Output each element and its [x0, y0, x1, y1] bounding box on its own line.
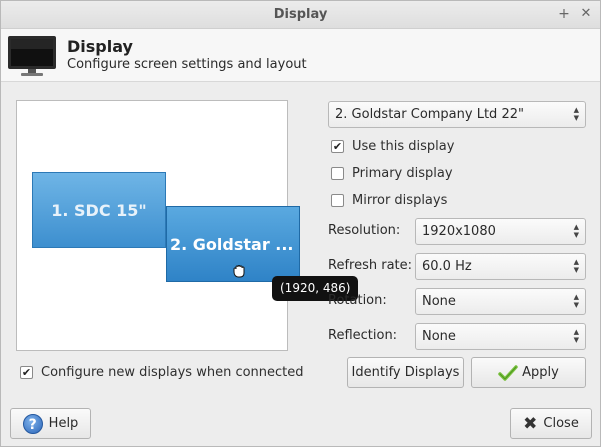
primary-display-checkbox[interactable] [331, 166, 344, 180]
mirror-displays-checkbox[interactable] [331, 193, 344, 207]
use-display-row[interactable]: ✔ Use this display [331, 137, 454, 155]
window-title: Display [273, 7, 328, 22]
apply-label: Apply [522, 365, 559, 380]
refresh-rate-label: Refresh rate: [328, 258, 413, 273]
rotation-label: Rotation: [328, 293, 387, 308]
close-label: Close [543, 416, 579, 431]
identify-displays-button[interactable]: Identify Displays [347, 357, 464, 388]
primary-display-row[interactable]: Primary display [331, 164, 453, 182]
identify-displays-label: Identify Displays [351, 365, 460, 380]
resolution-label: Resolution: [328, 223, 401, 238]
refresh-rate-select[interactable]: 60.0 Hz ▲ ▼ [415, 253, 586, 280]
help-button[interactable]: ? Help [10, 408, 91, 439]
combo-arrows-icon: ▲ ▼ [573, 328, 579, 344]
reflection-value: None [422, 329, 456, 344]
title-bar[interactable]: Display + ✕ [1, 1, 600, 29]
header-title: Display [67, 37, 133, 56]
combo-arrows-icon: ▲ ▼ [573, 258, 579, 274]
combo-arrows-icon: ▲ ▼ [573, 223, 579, 239]
help-label: Help [48, 416, 79, 431]
pin-button[interactable]: + [555, 5, 573, 23]
checkmark-icon [498, 364, 518, 381]
monitor-icon [8, 36, 56, 76]
resolution-value: 1920x1080 [422, 224, 496, 239]
display-layout-preview[interactable]: 1. SDC 15" 2. Goldstar ... [16, 100, 300, 351]
display-window: Display + ✕ Display Configure screen set… [0, 0, 601, 447]
dialog-header: Display Configure screen settings and la… [1, 29, 600, 82]
apply-button[interactable]: Apply [471, 357, 586, 388]
reflection-select[interactable]: None ▲ ▼ [415, 323, 586, 350]
grab-hand-icon [231, 263, 247, 283]
resolution-select[interactable]: 1920x1080 ▲ ▼ [415, 218, 586, 245]
display-select[interactable]: 2. Goldstar Company Ltd 22" ▲ ▼ [328, 101, 586, 128]
use-display-checkbox[interactable]: ✔ [331, 139, 344, 153]
header-subtitle: Configure screen settings and layout [67, 57, 307, 72]
combo-arrows-icon: ▲ ▼ [573, 106, 579, 122]
mirror-displays-row[interactable]: Mirror displays [331, 191, 447, 209]
primary-display-label: Primary display [352, 165, 453, 181]
rotation-value: None [422, 294, 456, 309]
configure-new-checkbox[interactable]: ✔ [20, 365, 33, 379]
configure-new-row[interactable]: ✔ Configure new displays when connected [20, 363, 304, 381]
monitor-sdc-15[interactable]: 1. SDC 15" [32, 172, 166, 248]
reflection-label: Reflection: [328, 328, 398, 343]
refresh-rate-value: 60.0 Hz [422, 259, 472, 274]
configure-new-label: Configure new displays when connected [41, 364, 304, 380]
close-button[interactable]: ✖ Close [510, 408, 592, 439]
help-icon: ? [22, 413, 43, 434]
mirror-displays-label: Mirror displays [352, 192, 448, 208]
rotation-select[interactable]: None ▲ ▼ [415, 288, 586, 315]
combo-arrows-icon: ▲ ▼ [573, 293, 579, 309]
display-select-value: 2. Goldstar Company Ltd 22" [335, 107, 524, 122]
close-x-icon: ✖ [523, 413, 538, 434]
window-close-button[interactable]: ✕ [577, 5, 595, 23]
use-display-label: Use this display [352, 138, 455, 154]
